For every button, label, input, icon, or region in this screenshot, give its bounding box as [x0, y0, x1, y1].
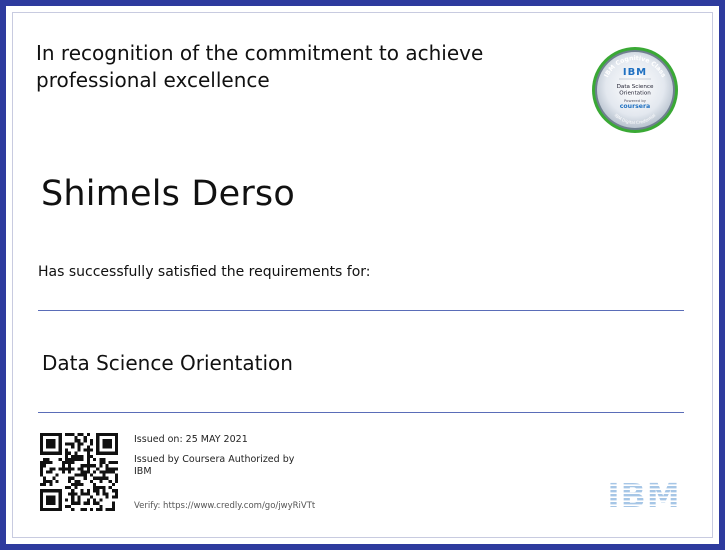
divider-bottom — [38, 412, 684, 413]
badge-title-line2: Orientation — [619, 91, 651, 97]
verify-url[interactable]: Verify: https://www.credly.com/go/jwyRiV… — [134, 500, 315, 512]
recognition-text: In recognition of the commitment to achi… — [36, 41, 484, 92]
ibm-logo-text: IBM — [607, 478, 680, 510]
issued-on-text: Issued on: 25 MAY 2021 — [134, 434, 248, 445]
divider-top — [38, 310, 684, 311]
recipient-name: Shimels Derso — [41, 174, 295, 214]
course-title: Data Science Orientation — [42, 351, 293, 375]
requirements-text: Has successfully satisfied the requireme… — [38, 264, 371, 280]
badge-coursera: coursera — [620, 103, 650, 110]
issued-by-text: Issued by Coursera Authorized by IBM — [134, 454, 295, 477]
qr-code[interactable] — [40, 433, 118, 511]
badge-ibm-logo: IBM — [623, 67, 647, 78]
badge-title-line1: Data Science — [617, 84, 654, 90]
ibm-logo: IBM — [607, 478, 680, 510]
credential-badge: IBM Cognitive Class IBM Data Science Ori… — [592, 47, 678, 133]
